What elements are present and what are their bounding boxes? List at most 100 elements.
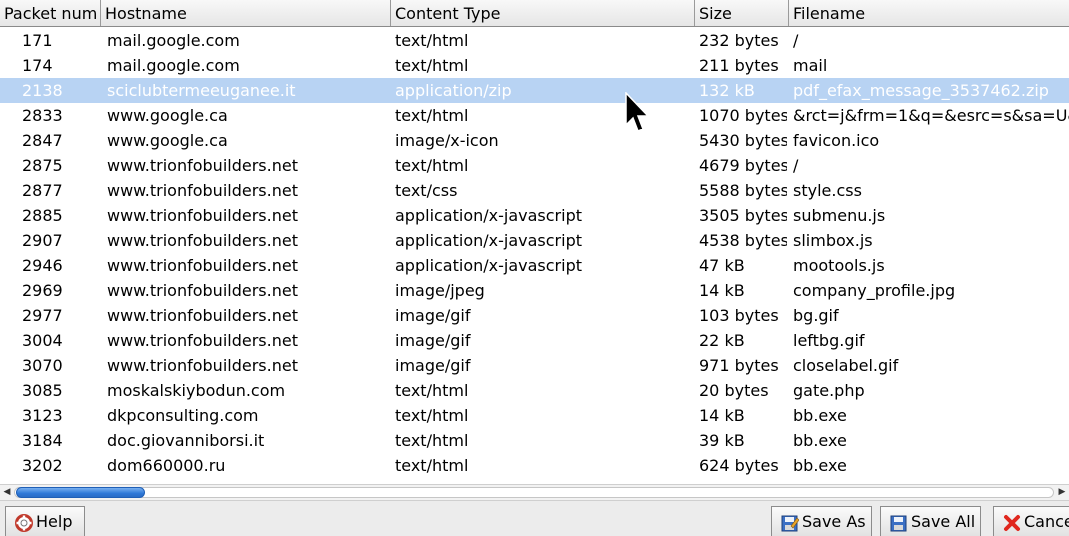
- cell-filename: /: [793, 156, 799, 175]
- cell-content-type: text/html: [395, 406, 469, 425]
- cell-packet-num: 3070: [22, 356, 63, 375]
- cell-content-type: text/html: [395, 431, 469, 450]
- cell-hostname: www.google.ca: [107, 131, 228, 150]
- red-x-icon: [1004, 515, 1020, 531]
- cell-size: 132 kB: [699, 81, 755, 100]
- cell-size: 3505 bytes: [699, 206, 787, 225]
- cell-packet-num: 2138: [22, 81, 63, 100]
- table-row[interactable]: 3004 www.trionfobuilders.net image/gif 22 k…: [0, 328, 1069, 353]
- cell-packet-num: 2969: [22, 281, 63, 300]
- cell-size: 971 bytes: [699, 356, 779, 375]
- table-row[interactable]: 2138 sciclubtermeeuganee.it application/zi…: [0, 78, 1069, 103]
- column-header-size[interactable]: Size: [695, 0, 789, 26]
- table-row[interactable]: 2907 www.trionfobuilders.net application/x…: [0, 228, 1069, 253]
- cell-hostname: www.trionfobuilders.net: [107, 206, 298, 225]
- column-header-content-type[interactable]: Content Type: [391, 0, 695, 26]
- table-row[interactable]: 174 mail.google.com text/html 211 bytes mail: [0, 53, 1069, 78]
- save-all-button[interactable]: Save All: [880, 506, 981, 536]
- cell-packet-num: 2833: [22, 106, 63, 125]
- cell-filename: pdf_efax_message_3537462.zip: [793, 81, 1049, 100]
- table-row[interactable]: 2885 www.trionfobuilders.net application/x…: [0, 203, 1069, 228]
- cell-hostname: dkpconsulting.com: [107, 406, 259, 425]
- cell-hostname: www.trionfobuilders.net: [107, 181, 298, 200]
- scroll-left-arrow-icon[interactable]: ◀: [0, 485, 14, 500]
- table-row[interactable]: 2877 www.trionfobuilders.net text/css 5588 …: [0, 178, 1069, 203]
- cell-packet-num: 2847: [22, 131, 63, 150]
- cell-filename: /: [793, 31, 799, 50]
- cell-packet-num: 2875: [22, 156, 63, 175]
- cell-hostname: mail.google.com: [107, 56, 240, 75]
- cell-hostname: moskalskiybodun.com: [107, 381, 286, 400]
- column-header-hostname[interactable]: Hostname: [101, 0, 391, 26]
- scroll-thumb[interactable]: [16, 487, 145, 498]
- floppy-pencil-icon: [781, 515, 799, 532]
- cell-filename: bb.exe: [793, 456, 847, 475]
- cell-content-type: text/html: [395, 456, 469, 475]
- table-row[interactable]: 2833 www.google.ca text/html 1070 bytes &rct…: [0, 103, 1069, 128]
- save-all-button-label: Save All: [911, 512, 976, 531]
- save-as-button[interactable]: Save As: [771, 506, 872, 536]
- table-row[interactable]: 2946 www.trionfobuilders.net application/x…: [0, 253, 1069, 278]
- cell-filename: slimbox.js: [793, 231, 873, 250]
- scroll-track[interactable]: [14, 487, 1054, 498]
- cell-content-type: image/jpeg: [395, 281, 485, 300]
- cell-filename: &rct=j&frm=1&q=&esrc=s&sa=U&: [793, 106, 1069, 125]
- table-row[interactable]: 3070 www.trionfobuilders.net image/gif 971 …: [0, 353, 1069, 378]
- cell-hostname: www.trionfobuilders.net: [107, 331, 298, 350]
- cell-content-type: image/gif: [395, 356, 471, 375]
- cell-size: 20 bytes: [699, 381, 769, 400]
- table-row[interactable]: 3123 dkpconsulting.com text/html 14 kB bb.ex…: [0, 403, 1069, 428]
- cell-packet-num: 171: [22, 31, 53, 50]
- column-header: Packet num Hostname Content Type Size Fi…: [0, 0, 1069, 27]
- cell-packet-num: 174: [22, 56, 53, 75]
- cell-content-type: image/gif: [395, 331, 471, 350]
- table-row[interactable]: 171 mail.google.com text/html 232 bytes /: [0, 28, 1069, 53]
- cell-filename: favicon.ico: [793, 131, 880, 150]
- lifebuoy-icon: [15, 514, 33, 532]
- cell-content-type: text/html: [395, 156, 469, 175]
- cell-size: 5588 bytes: [699, 181, 787, 200]
- help-button-label: Help: [36, 512, 73, 531]
- cell-filename: mootools.js: [793, 256, 885, 275]
- cancel-button-label: Cancel: [1024, 512, 1069, 531]
- cell-hostname: sciclubtermeeuganee.it: [107, 81, 296, 100]
- cell-filename: leftbg.gif: [793, 331, 865, 350]
- cell-content-type: image/gif: [395, 306, 471, 325]
- cell-packet-num: 3085: [22, 381, 63, 400]
- cell-filename: bb.exe: [793, 431, 847, 450]
- cell-size: 14 kB: [699, 281, 745, 300]
- cell-filename: company_profile.jpg: [793, 281, 956, 300]
- table-row[interactable]: 2875 www.trionfobuilders.net text/html 4679…: [0, 153, 1069, 178]
- cell-filename: style.css: [793, 181, 862, 200]
- cell-size: 47 kB: [699, 256, 745, 275]
- table-row[interactable]: 3184 doc.giovanniborsi.it text/html 39 kB bb…: [0, 428, 1069, 453]
- cell-content-type: text/html: [395, 56, 469, 75]
- cell-hostname: www.trionfobuilders.net: [107, 156, 298, 175]
- cell-size: 39 kB: [699, 431, 745, 450]
- cancel-button[interactable]: Cancel: [993, 506, 1069, 536]
- cell-hostname: www.trionfobuilders.net: [107, 256, 298, 275]
- cell-size: 5430 bytes: [699, 131, 787, 150]
- column-header-packet-num[interactable]: Packet num: [0, 0, 101, 26]
- cell-size: 1070 bytes: [699, 106, 787, 125]
- scroll-right-arrow-icon[interactable]: ▶: [1055, 485, 1069, 500]
- table-row[interactable]: 3202 dom660000.ru text/html 624 bytes bb.exe: [0, 453, 1069, 478]
- cell-filename: bg.gif: [793, 306, 839, 325]
- cell-size: 103 bytes: [699, 306, 779, 325]
- table-row[interactable]: 2969 www.trionfobuilders.net image/jpeg 14 …: [0, 278, 1069, 303]
- table-row[interactable]: 2847 www.google.ca image/x-icon 5430 bytes f…: [0, 128, 1069, 153]
- cell-size: 4679 bytes: [699, 156, 787, 175]
- cell-content-type: application/x-javascript: [395, 256, 582, 275]
- help-button[interactable]: Help: [5, 506, 85, 536]
- cell-size: 22 kB: [699, 331, 745, 350]
- cell-content-type: application/x-javascript: [395, 206, 582, 225]
- cell-packet-num: 2946: [22, 256, 63, 275]
- column-header-filename[interactable]: Filename: [789, 0, 1069, 26]
- cell-packet-num: 2885: [22, 206, 63, 225]
- cell-filename: closelabel.gif: [793, 356, 899, 375]
- table-row[interactable]: 3085 moskalskiybodun.com text/html 20 bytes…: [0, 378, 1069, 403]
- table-row[interactable]: 2977 www.trionfobuilders.net image/gif 103 …: [0, 303, 1069, 328]
- horizontal-scrollbar[interactable]: ◀ ▶: [0, 484, 1069, 501]
- cell-packet-num: 2907: [22, 231, 63, 250]
- cell-packet-num: 2977: [22, 306, 63, 325]
